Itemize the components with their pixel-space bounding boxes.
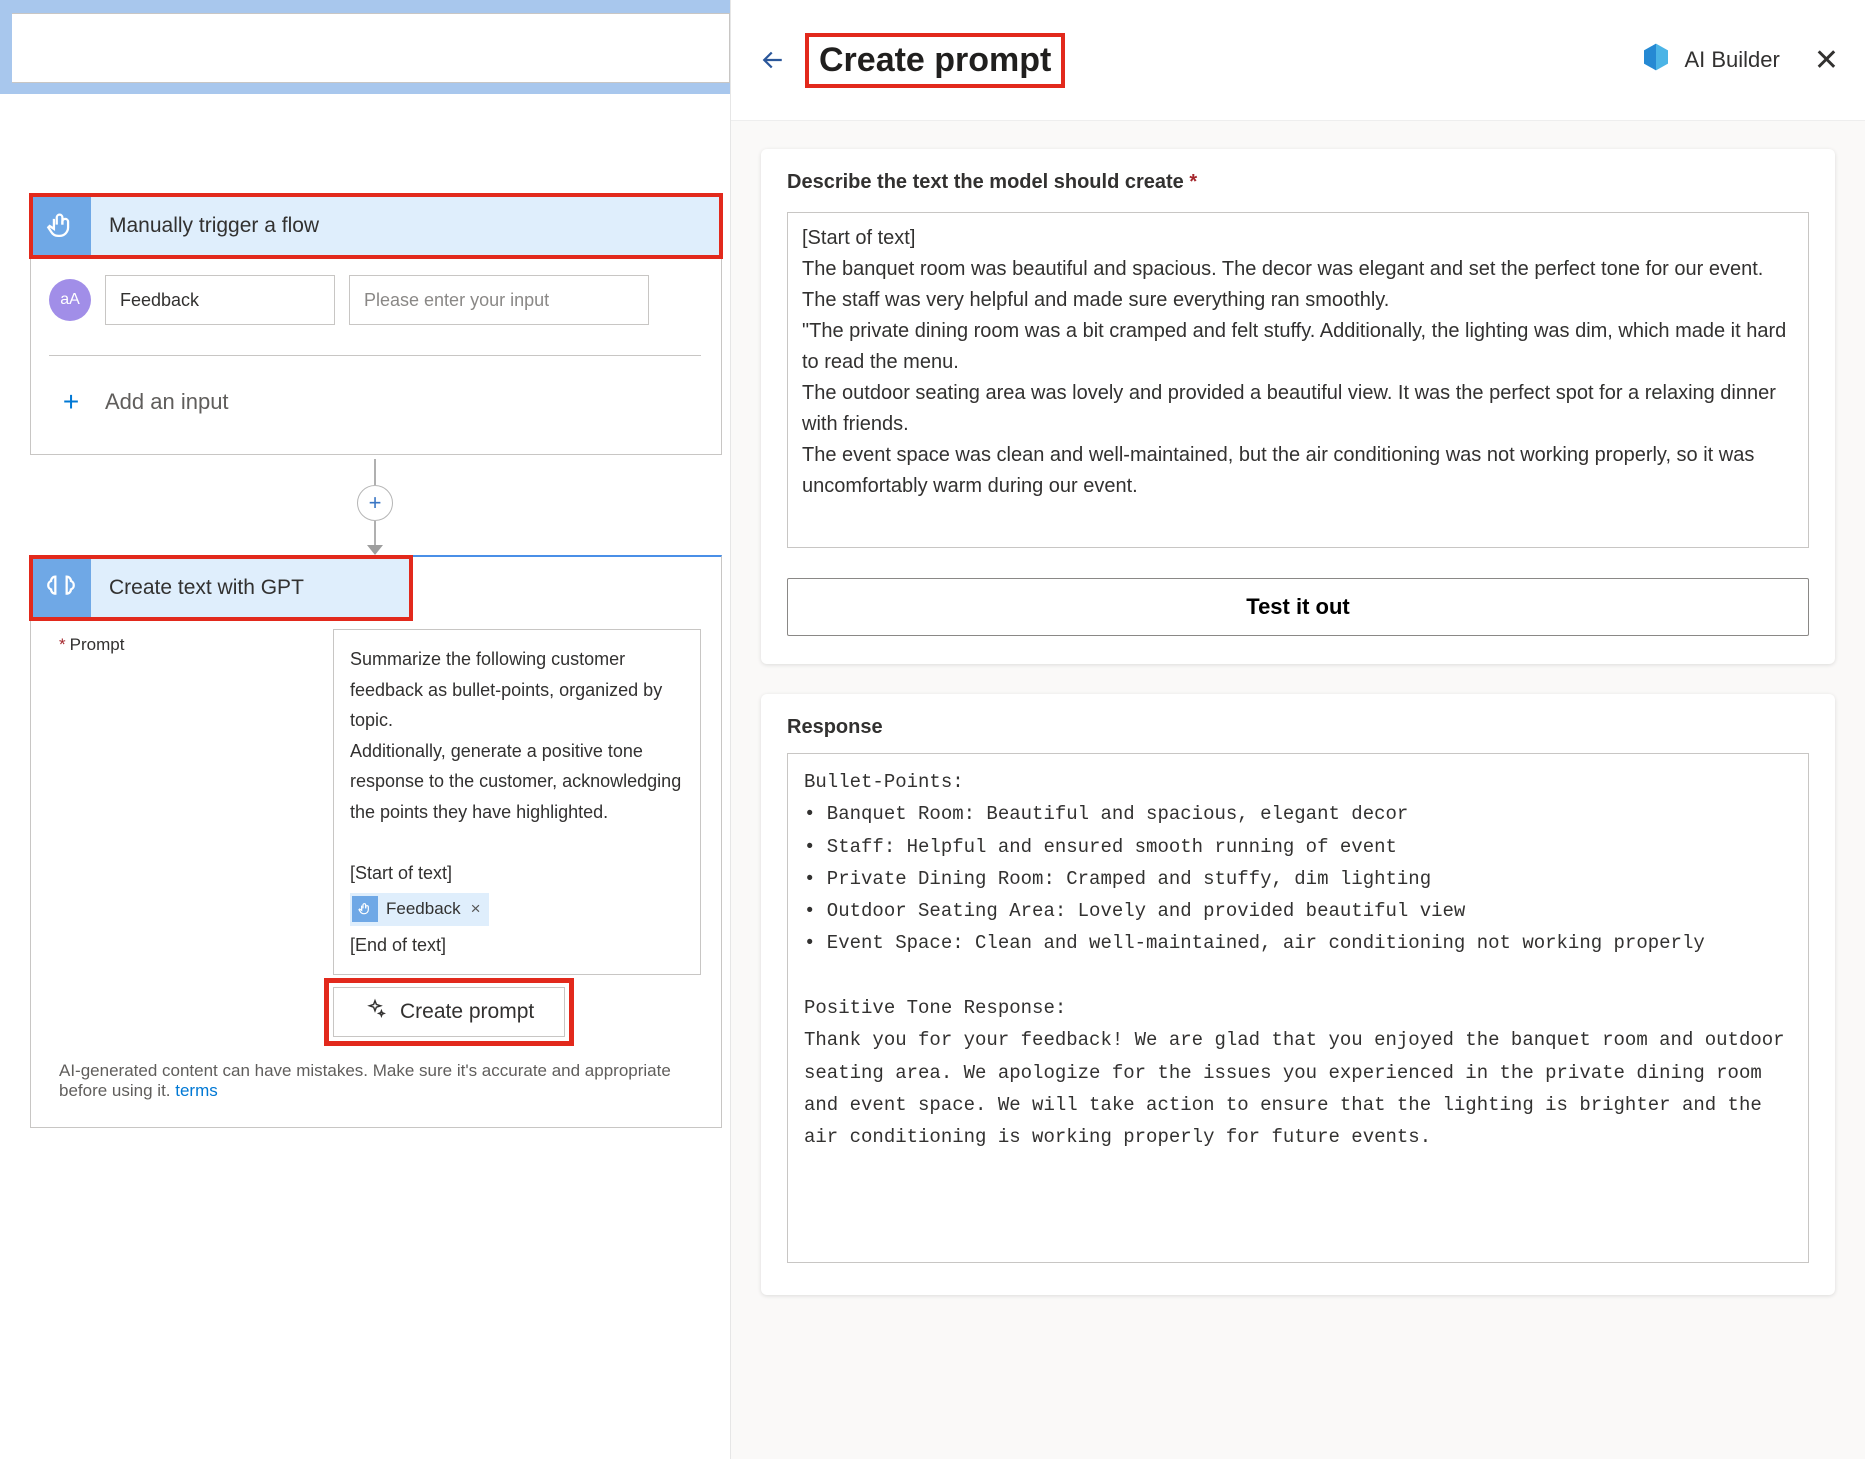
panel-body: Describe the text the model should creat… [731,121,1865,1459]
prompt-textarea[interactable]: Summarize the following customer feedbac… [333,629,701,975]
response-card: Response [761,694,1835,1295]
panel-header: Create prompt AI Builder ✕ [731,0,1865,121]
param-placeholder-input[interactable]: Please enter your input [349,275,649,325]
create-prompt-button[interactable]: Create prompt [333,987,565,1037]
start-marker: [Start of text] [350,858,684,889]
action-card: Create text with GPT *Prompt Summarize t… [30,555,722,1128]
touch-icon [31,195,91,257]
describe-textarea[interactable] [787,212,1809,548]
create-prompt-panel: Create prompt AI Builder ✕ Describe the … [730,0,1865,1459]
prompt-line2: Additionally, generate a positive tone r… [350,736,684,828]
trigger-param-row: aA Feedback Please enter your input [49,275,701,325]
chip-label: Feedback [386,895,461,924]
create-prompt-label: Create prompt [400,1000,534,1024]
trigger-header[interactable]: Manually trigger a flow [31,195,721,257]
add-input-button[interactable]: + Add an input [49,378,701,430]
end-marker: [End of text] [350,930,684,961]
trigger-title: Manually trigger a flow [109,214,319,238]
back-button[interactable] [753,45,793,75]
connector: + [30,459,720,555]
test-it-out-button[interactable]: Test it out [787,578,1809,636]
close-button[interactable]: ✕ [1814,43,1839,78]
action-body: *Prompt Summarize the following customer… [31,619,721,1127]
response-output[interactable] [787,753,1809,1263]
action-title: Create text with GPT [109,576,304,600]
chip-remove-icon[interactable]: × [471,895,481,924]
add-input-label: Add an input [105,389,229,415]
describe-card: Describe the text the model should creat… [761,149,1835,664]
brand-label: AI Builder [1684,47,1779,73]
add-step-button[interactable]: + [357,485,393,521]
trigger-card: Manually trigger a flow aA Feedback Plea… [30,194,722,455]
action-header[interactable]: Create text with GPT [31,557,411,619]
panel-title: Create prompt [811,39,1059,82]
param-name-input[interactable]: Feedback [105,275,335,325]
prompt-field-label: *Prompt [59,635,124,655]
ai-builder-brand: AI Builder [1640,41,1779,79]
flow-designer: Manually trigger a flow aA Feedback Plea… [0,0,730,1459]
text-type-icon: aA [49,279,91,321]
brain-icon [31,557,91,619]
ai-builder-logo-icon [1640,41,1672,79]
response-label: Response [787,716,1809,739]
divider [49,355,701,356]
arrow-down-icon [367,545,383,555]
terms-link[interactable]: terms [175,1081,218,1100]
plus-icon: + [53,386,89,418]
trigger-body: aA Feedback Please enter your input + Ad… [31,257,721,454]
ai-disclaimer: AI-generated content can have mistakes. … [59,1061,701,1101]
top-search-bar [0,0,730,94]
touch-icon [352,896,378,922]
dynamic-content-chip[interactable]: Feedback × [350,893,489,926]
describe-label: Describe the text the model should creat… [787,171,1809,194]
flow-canvas: Manually trigger a flow aA Feedback Plea… [0,94,730,1128]
top-search-input[interactable] [12,13,730,83]
sparkle-icon [364,998,386,1026]
prompt-line1: Summarize the following customer feedbac… [350,644,684,736]
